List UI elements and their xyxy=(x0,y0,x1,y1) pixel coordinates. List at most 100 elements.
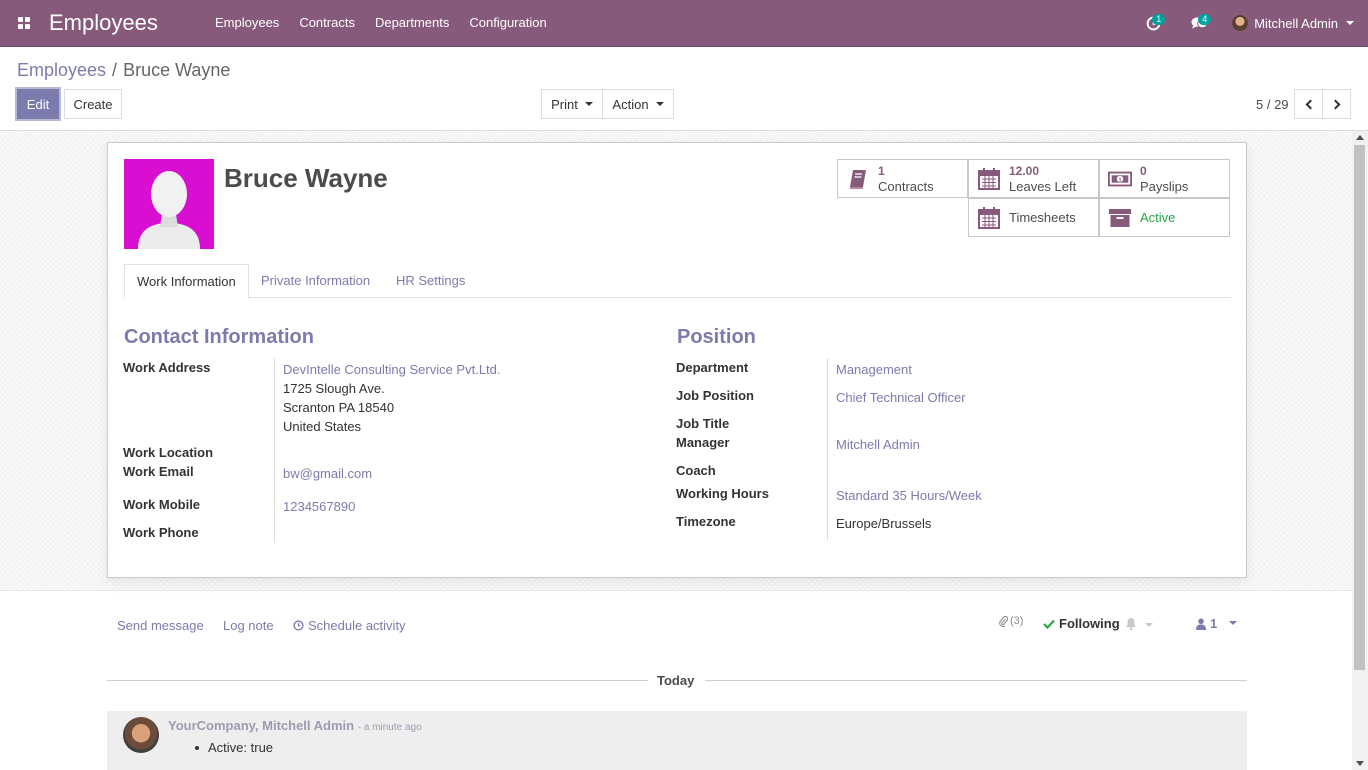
pager-next-button[interactable] xyxy=(1322,89,1351,119)
print-dropdown[interactable]: Print xyxy=(541,89,603,119)
following-label: Following xyxy=(1059,616,1120,631)
employee-photo[interactable] xyxy=(124,159,214,249)
chevron-right-icon xyxy=(1330,99,1340,109)
payslips-smart-button[interactable]: 1 0 Payslips xyxy=(1099,159,1230,198)
menu-employees[interactable]: Employees xyxy=(205,0,289,46)
field-divider xyxy=(274,358,275,542)
work-mobile-link[interactable]: 1234567890 xyxy=(283,497,355,516)
leaves-label: Leaves Left xyxy=(1009,178,1077,194)
contact-information-title: Contact Information xyxy=(124,326,314,348)
department-link[interactable]: Management xyxy=(836,360,912,379)
vertical-scrollbar[interactable] xyxy=(1352,131,1368,770)
tab-private-information[interactable]: Private Information xyxy=(249,264,382,298)
clock-icon xyxy=(293,620,304,631)
timesheets-label: Timesheets xyxy=(1009,210,1076,225)
following-button[interactable]: Following xyxy=(1043,616,1120,631)
attachments-button[interactable]: (3) xyxy=(999,615,1023,627)
department-label: Department xyxy=(676,360,749,375)
tab-work-information[interactable]: Work Information xyxy=(124,264,249,299)
schedule-activity-button[interactable]: Schedule activity xyxy=(293,618,406,633)
caret-down-icon xyxy=(1346,21,1354,25)
followers-button[interactable]: 1 xyxy=(1196,616,1217,631)
main-navbar: Employees Employees Contracts Department… xyxy=(0,0,1368,47)
caret-down-icon[interactable] xyxy=(1229,621,1237,625)
activity-count-badge: 1 xyxy=(1152,14,1166,25)
employee-name: Bruce Wayne xyxy=(224,163,388,193)
contracts-label: Contracts xyxy=(878,178,934,194)
pager-value[interactable]: 5 / 29 xyxy=(1256,97,1289,112)
tab-hr-settings[interactable]: HR Settings xyxy=(384,264,477,298)
activity-systray[interactable]: 1 xyxy=(1130,0,1176,46)
calendar-icon xyxy=(977,206,1001,230)
form-notebook-tabs: Work Information Private Information HR … xyxy=(124,264,1231,299)
money-icon: 1 xyxy=(1108,167,1132,191)
caret-down-icon xyxy=(584,102,593,106)
message-author-name[interactable]: YourCompany, Mitchell Admin xyxy=(168,718,354,733)
manager-link[interactable]: Mitchell Admin xyxy=(836,435,920,454)
chatter-message: YourCompany, Mitchell Admin - a minute a… xyxy=(107,711,1247,770)
menu-contracts[interactable]: Contracts xyxy=(289,0,365,46)
field-divider xyxy=(827,358,828,540)
coach-label: Coach xyxy=(676,463,716,478)
user-name: Mitchell Admin xyxy=(1254,15,1338,31)
subscription-settings[interactable] xyxy=(1125,617,1137,633)
job-position-label: Job Position xyxy=(676,388,754,403)
messaging-systray[interactable]: 4 xyxy=(1176,0,1222,46)
date-separator-line xyxy=(107,680,648,681)
menu-departments[interactable]: Departments xyxy=(365,0,459,46)
paperclip-icon xyxy=(999,615,1008,627)
date-separator-line xyxy=(705,680,1247,681)
work-address-street: 1725 Slough Ave. xyxy=(283,381,385,396)
check-icon xyxy=(1043,619,1055,629)
work-email-label: Work Email xyxy=(123,464,194,479)
archive-icon xyxy=(1108,206,1132,230)
working-hours-link[interactable]: Standard 35 Hours/Week xyxy=(836,486,982,505)
send-message-button[interactable]: Send message xyxy=(117,618,204,633)
edit-button[interactable]: Edit xyxy=(17,89,59,119)
breadcrumb-separator: / xyxy=(112,60,118,80)
date-separator-today: Today xyxy=(657,673,695,688)
leaves-smart-button[interactable]: 12.00 Leaves Left xyxy=(968,159,1099,198)
contracts-smart-button[interactable]: 1 Contracts xyxy=(837,159,968,198)
caret-down-icon[interactable] xyxy=(1145,623,1153,627)
message-author: YourCompany, Mitchell Admin - a minute a… xyxy=(168,718,422,733)
message-body: Active: true xyxy=(194,740,274,755)
control-panel: Employees / Bruce Wayne Edit Create Print … xyxy=(0,47,1368,131)
work-address-label: Work Address xyxy=(123,360,211,375)
contracts-count: 1 xyxy=(878,163,885,178)
work-email-link[interactable]: bw@gmail.com xyxy=(283,464,372,483)
scrollbar-thumb[interactable] xyxy=(1354,145,1365,670)
action-dropdown[interactable]: Action xyxy=(602,89,674,119)
timesheets-smart-button[interactable]: Timesheets xyxy=(968,198,1099,237)
position-title: Position xyxy=(677,326,756,348)
working-hours-label: Working Hours xyxy=(676,486,769,501)
work-address-country: United States xyxy=(283,419,362,434)
user-menu[interactable]: Mitchell Admin xyxy=(1222,0,1368,46)
timezone-value[interactable]: Europe/Brussels xyxy=(836,514,931,533)
scroll-up-arrow-icon[interactable] xyxy=(1356,135,1364,140)
pager-previous-button[interactable] xyxy=(1294,89,1323,119)
bell-icon xyxy=(1126,618,1136,630)
app-title[interactable]: Employees xyxy=(49,10,205,36)
scroll-down-arrow-icon[interactable] xyxy=(1356,761,1364,766)
print-label: Print xyxy=(551,96,578,112)
menu-configuration[interactable]: Configuration xyxy=(459,0,556,46)
breadcrumb-current: Bruce Wayne xyxy=(123,60,231,80)
active-label: Active xyxy=(1140,210,1176,225)
calendar-icon xyxy=(977,167,1001,191)
message-count-badge: 4 xyxy=(1198,14,1212,25)
timezone-label: Timezone xyxy=(676,514,736,529)
work-address-company-link[interactable]: DevIntelle Consulting Service Pvt.Ltd. xyxy=(283,360,501,379)
payslips-count: 0 xyxy=(1140,163,1147,178)
work-phone-label: Work Phone xyxy=(123,525,199,540)
log-note-button[interactable]: Log note xyxy=(223,618,274,633)
avatar[interactable] xyxy=(123,717,159,753)
job-position-link[interactable]: Chief Technical Officer xyxy=(836,388,966,407)
create-button[interactable]: Create xyxy=(64,89,122,119)
svg-text:1: 1 xyxy=(1118,177,1121,183)
active-toggle-button[interactable]: Active xyxy=(1099,198,1230,237)
apps-menu-icon[interactable] xyxy=(0,0,48,46)
breadcrumb-employees-link[interactable]: Employees xyxy=(17,60,106,80)
attachments-count: (3) xyxy=(1010,615,1024,627)
leaves-value: 12.00 xyxy=(1009,163,1040,178)
